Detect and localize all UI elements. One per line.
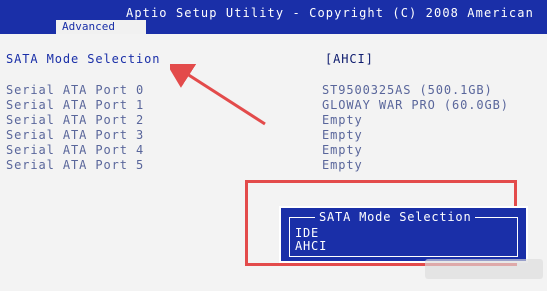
option-ide[interactable]: IDE: [295, 226, 319, 240]
tab-advanced[interactable]: Advanced: [56, 20, 146, 34]
annotation-arrow: [170, 64, 266, 126]
sata-mode-popup: SATA Mode Selection IDE AHCI: [279, 206, 528, 263]
port-4-value: Empty: [322, 143, 363, 157]
port-3-value: Empty: [322, 128, 363, 142]
sata-mode-value[interactable]: [AHCI]: [325, 52, 374, 66]
sata-mode-label[interactable]: SATA Mode Selection: [6, 52, 160, 66]
port-2-value: Empty: [322, 113, 363, 127]
port-1-label: Serial ATA Port 1: [6, 98, 145, 112]
popup-title: SATA Mode Selection: [315, 210, 476, 224]
port-3-label: Serial ATA Port 3: [6, 128, 145, 142]
port-4-label: Serial ATA Port 4: [6, 143, 145, 157]
option-ahci[interactable]: AHCI: [295, 239, 327, 253]
bios-screen: Aptio Setup Utility - Copyright (C) 2008…: [0, 0, 547, 291]
port-2-label: Serial ATA Port 2: [6, 113, 145, 127]
port-5-label: Serial ATA Port 5: [6, 158, 145, 172]
port-1-value: GLOWAY WAR PRO (60.0GB): [322, 98, 509, 112]
port-5-value: Empty: [322, 158, 363, 172]
blurred-watermark: [425, 259, 543, 279]
port-0-value: ST9500325AS (500.1GB): [322, 83, 493, 97]
top-bar: Aptio Setup Utility - Copyright (C) 2008…: [0, 0, 547, 34]
app-title: Aptio Setup Utility - Copyright (C) 2008…: [126, 6, 534, 20]
port-0-label: Serial ATA Port 0: [6, 83, 145, 97]
